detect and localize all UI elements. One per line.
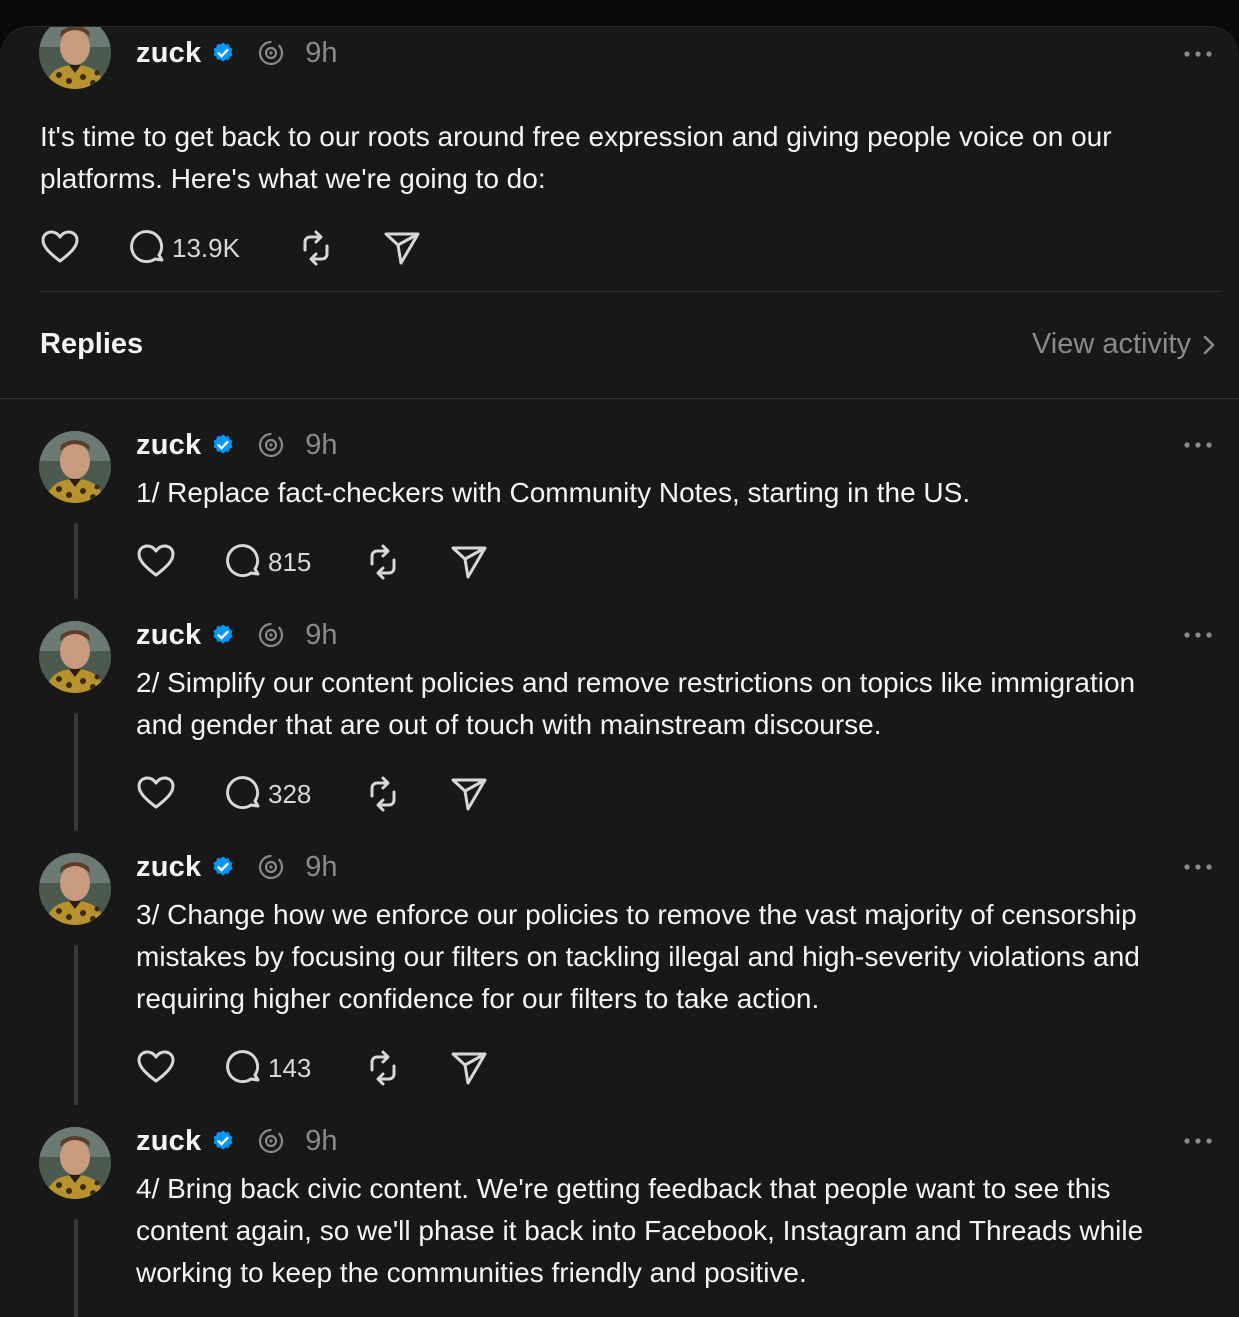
username[interactable]: zuck [136, 1125, 201, 1158]
divider [40, 291, 1221, 292]
reply-button[interactable]: 815 [224, 542, 311, 582]
threads-logo-icon [257, 39, 285, 67]
share-button[interactable] [449, 542, 489, 582]
reply-time: 9h [305, 1124, 338, 1157]
repost-icon [296, 228, 336, 268]
reply-time: 9h [305, 850, 338, 883]
thread-line [74, 713, 78, 831]
avatar[interactable] [39, 621, 111, 693]
like-button[interactable] [136, 774, 176, 814]
repost-icon [363, 1048, 403, 1088]
thread-line [74, 945, 78, 1105]
avatar[interactable] [39, 431, 111, 503]
avatar[interactable] [39, 1127, 111, 1199]
reply-header: zuck 9h [136, 615, 338, 655]
repost-button[interactable] [296, 228, 336, 268]
username[interactable]: zuck [136, 619, 201, 652]
reply-header: zuck 9h [136, 847, 338, 887]
more-dots-icon[interactable] [1183, 49, 1213, 59]
heart-icon [40, 228, 80, 268]
avatar[interactable] [39, 26, 111, 89]
reply-text: 4/ Bring back civic content. We're getti… [136, 1173, 1144, 1288]
share-button[interactable] [382, 228, 422, 268]
post-actions: 13.9K [40, 228, 422, 268]
reply-count: 143 [268, 1052, 312, 1083]
post-time: 9h [305, 36, 338, 69]
repost-icon [363, 774, 403, 814]
reply-button[interactable]: 143 [224, 1048, 311, 1088]
more-dots-icon[interactable] [1183, 630, 1213, 640]
send-icon [449, 774, 489, 814]
replies-title: Replies [40, 328, 144, 360]
reply-count: 13.9K [172, 232, 240, 263]
thread-panel: zuck 9h It's time to get back to our roo… [0, 26, 1239, 1317]
heart-icon [136, 1048, 176, 1088]
verified-badge-icon [211, 41, 235, 65]
reply-button[interactable]: 13.9K [128, 228, 240, 268]
reply-header: zuck 9h [136, 425, 338, 465]
share-button[interactable] [449, 774, 489, 814]
username[interactable]: zuck [136, 429, 201, 462]
reply-button[interactable]: 328 [224, 774, 311, 814]
send-icon [382, 228, 422, 268]
reply-actions: 328 [136, 774, 489, 814]
threads-logo-icon [257, 853, 285, 881]
heart-icon [136, 542, 176, 582]
verified-badge-icon [211, 855, 235, 879]
like-button[interactable] [136, 542, 176, 582]
verified-badge-icon [211, 623, 235, 647]
reply-text: 1/ Replace fact-checkers with Community … [136, 477, 971, 508]
reply-header: zuck 9h [136, 1121, 338, 1161]
avatar[interactable] [39, 853, 111, 925]
username[interactable]: zuck [136, 851, 201, 884]
comment-icon [224, 1048, 264, 1088]
share-button[interactable] [449, 1048, 489, 1088]
reply-actions: 143 [136, 1048, 489, 1088]
repost-button[interactable] [363, 774, 403, 814]
post-text: It's time to get back to our roots aroun… [40, 121, 1112, 194]
username[interactable]: zuck [136, 37, 201, 70]
send-icon [449, 542, 489, 582]
comment-icon [224, 774, 264, 814]
reply-count: 815 [268, 546, 312, 577]
more-dots-icon[interactable] [1183, 440, 1213, 450]
verified-badge-icon [211, 433, 235, 457]
repost-button[interactable] [363, 542, 403, 582]
heart-icon [136, 774, 176, 814]
repost-icon [363, 542, 403, 582]
reply-time: 9h [305, 618, 338, 651]
comment-icon [128, 228, 168, 268]
view-activity-link[interactable]: View activity [1032, 328, 1217, 361]
threads-logo-icon [257, 1127, 285, 1155]
repost-button[interactable] [363, 1048, 403, 1088]
reply-time: 9h [305, 428, 338, 461]
thread-line [74, 1219, 78, 1317]
reply-text: 2/ Simplify our content policies and rem… [136, 667, 1136, 740]
reply-actions: 815 [136, 542, 489, 582]
view-activity-label: View activity [1031, 328, 1191, 360]
threads-logo-icon [257, 431, 285, 459]
like-button[interactable] [40, 228, 80, 268]
more-dots-icon[interactable] [1183, 1136, 1213, 1146]
chevron-right-icon [1201, 333, 1217, 357]
thread-line [74, 523, 78, 599]
post-header: zuck 9h [136, 33, 338, 73]
comment-icon [224, 542, 264, 582]
more-dots-icon[interactable] [1183, 862, 1213, 872]
like-button[interactable] [136, 1048, 176, 1088]
reply-count: 328 [268, 778, 312, 809]
verified-badge-icon [211, 1129, 235, 1153]
section-divider [0, 398, 1239, 399]
reply-text: 3/ Change how we enforce our policies to… [136, 899, 1140, 1014]
send-icon [449, 1048, 489, 1088]
threads-logo-icon [257, 621, 285, 649]
